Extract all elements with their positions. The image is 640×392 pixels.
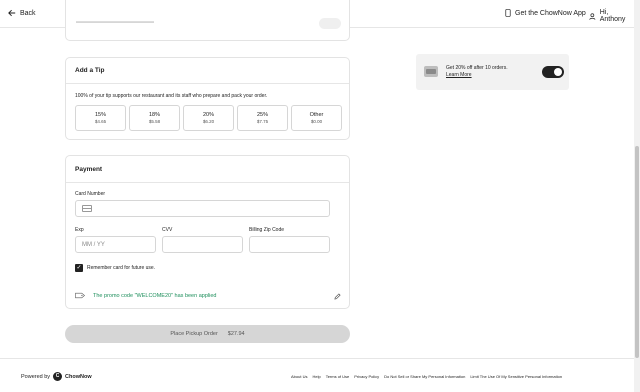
cvv-field[interactable] [162,236,243,253]
tip-description: 100% of your tip supports our restaurant… [75,93,268,99]
tip-option-25[interactable]: 25% $7.75 [237,105,288,131]
tip-percent: 25% [256,111,268,118]
back-button[interactable]: Back [8,9,36,17]
toggle-knob [554,68,562,76]
tip-option-18[interactable]: 18% $5.58 [129,105,180,131]
footer-link-terms[interactable]: Terms of Use [326,374,350,379]
remember-card-row: ✓ Remember card for future use. [75,264,155,272]
place-order-button[interactable]: Place Pickup Order $27.94 [65,325,350,343]
place-order-label: Place Pickup Order [170,331,218,337]
tip-option-other[interactable]: Other $0.00 [291,105,342,131]
payment-card: Payment Card Number Exp MM / YY CVV Bill… [65,155,350,309]
remember-card-label: Remember card for future use. [87,265,156,271]
previous-section-card: ▬▬▬▬▬▬▬▬▬▬▬▬▬ [65,0,350,41]
loyalty-promo-box: Get 20% off after 10 orders. Learn More [416,54,569,90]
cvv-label: CVV [162,227,173,233]
chownow-logo-text: ChowNow [65,373,92,380]
loyalty-toggle[interactable] [542,66,564,78]
tip-options: 15% $4.65 18% $5.58 20% $6.20 25% $7.75 … [75,105,342,131]
footer-link-help[interactable]: Help [312,374,320,379]
get-app-link[interactable]: Get the ChowNow App [505,9,586,17]
footer-links: About Us Help Terms of Use Privacy Polic… [291,374,562,379]
tip-option-15[interactable]: 15% $4.65 [75,105,126,131]
back-label: Back [20,9,36,17]
faded-option-text: ▬▬▬▬▬▬▬▬▬▬▬▬▬ [76,19,154,25]
loyalty-image [424,66,438,77]
user-icon [589,12,596,20]
tip-title: Add a Tip [75,67,105,74]
divider [66,83,349,84]
tip-amount: $7.75 [256,118,269,124]
remember-card-checkbox[interactable]: ✓ [75,264,83,272]
learn-more-link[interactable]: Learn More [446,72,508,79]
tip-percent: 20% [202,111,214,118]
tag-icon [75,292,85,299]
zip-label: Billing Zip Code [249,227,285,233]
tip-option-20[interactable]: 20% $6.20 [183,105,234,131]
tip-amount: $4.65 [94,118,107,124]
tip-percent: Other [309,111,324,118]
user-label: Hi, Anthony [599,9,626,23]
footer: Powered by C ChowNow About Us Help Terms… [0,358,634,392]
footer-link-limit-use[interactable]: Limit The Use Of My Sensitive Personal I… [470,374,562,379]
chownow-logo-icon: C [53,372,63,381]
exp-field[interactable]: MM / YY [75,236,156,253]
loyalty-text: Get 20% off after 10 orders. [446,65,508,71]
pencil-icon[interactable] [334,293,341,300]
footer-link-do-not-sell[interactable]: Do Not Sell or Share My Personal Informa… [384,374,465,379]
tip-card: Add a Tip 100% of your tip supports our … [65,57,350,140]
get-app-label: Get the ChowNow App [515,9,586,17]
tip-percent: 15% [94,111,106,118]
tip-amount: $5.58 [148,118,161,124]
promo-message: The promo code "WELCOME20" has been appl… [93,292,217,299]
exp-label: Exp [75,227,84,233]
arrow-left-icon [8,9,16,17]
powered-by: Powered by C ChowNow [21,372,92,381]
divider [66,182,349,183]
footer-link-about[interactable]: About Us [291,374,307,379]
zip-field[interactable] [249,236,330,253]
user-menu[interactable]: Hi, Anthony [589,9,634,23]
card-number-field[interactable] [75,200,330,217]
faded-toggle[interactable] [319,18,341,29]
phone-icon [505,9,511,17]
promo-applied-row: The promo code "WELCOME20" has been appl… [75,292,216,299]
credit-card-icon [82,205,92,212]
card-number-label: Card Number [75,191,106,197]
tip-amount: $0.00 [310,118,323,124]
order-total: $27.94 [227,331,245,337]
exp-placeholder: MM / YY [82,241,105,248]
payment-title: Payment [75,166,103,173]
scrollbar-thumb[interactable] [635,146,639,358]
powered-by-label: Powered by [21,373,51,380]
footer-link-privacy[interactable]: Privacy Policy [354,374,379,379]
tip-percent: 18% [148,111,160,118]
loyalty-text-block: Get 20% off after 10 orders. Learn More [446,65,508,79]
tip-amount: $6.20 [202,118,215,124]
